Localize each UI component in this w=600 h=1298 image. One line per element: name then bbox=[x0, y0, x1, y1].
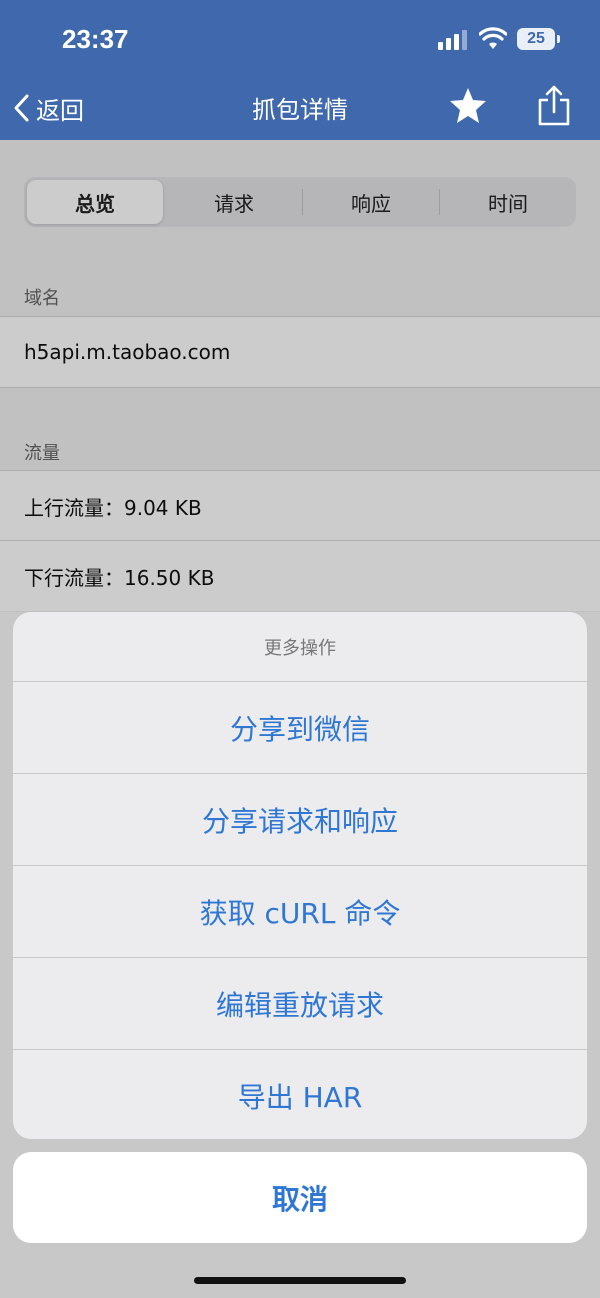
share-icon[interactable] bbox=[536, 84, 572, 126]
navigation-bar: 23:37 25 返回 抓包详情 bbox=[0, 0, 600, 140]
wifi-icon bbox=[479, 27, 507, 49]
share-request-response-button[interactable]: 分享请求和响应 bbox=[13, 774, 587, 866]
battery-icon: 25 bbox=[517, 28, 555, 50]
get-curl-button[interactable]: 获取 cURL 命令 bbox=[13, 866, 587, 958]
share-to-wechat-button[interactable]: 分享到微信 bbox=[13, 682, 587, 774]
home-indicator bbox=[194, 1277, 406, 1284]
action-sheet: 更多操作 分享到微信 分享请求和响应 获取 cURL 命令 编辑重放请求 导出 … bbox=[13, 612, 587, 1139]
edit-replay-button[interactable]: 编辑重放请求 bbox=[13, 958, 587, 1050]
star-icon[interactable] bbox=[448, 86, 488, 126]
export-har-button[interactable]: 导出 HAR bbox=[13, 1050, 587, 1139]
cancel-button[interactable]: 取消 bbox=[13, 1152, 587, 1243]
status-time: 23:37 bbox=[62, 24, 129, 54]
signal-icon bbox=[438, 30, 468, 50]
page-title: 抓包详情 bbox=[252, 96, 348, 124]
battery-cap bbox=[557, 35, 560, 43]
action-sheet-title: 更多操作 bbox=[13, 612, 587, 682]
